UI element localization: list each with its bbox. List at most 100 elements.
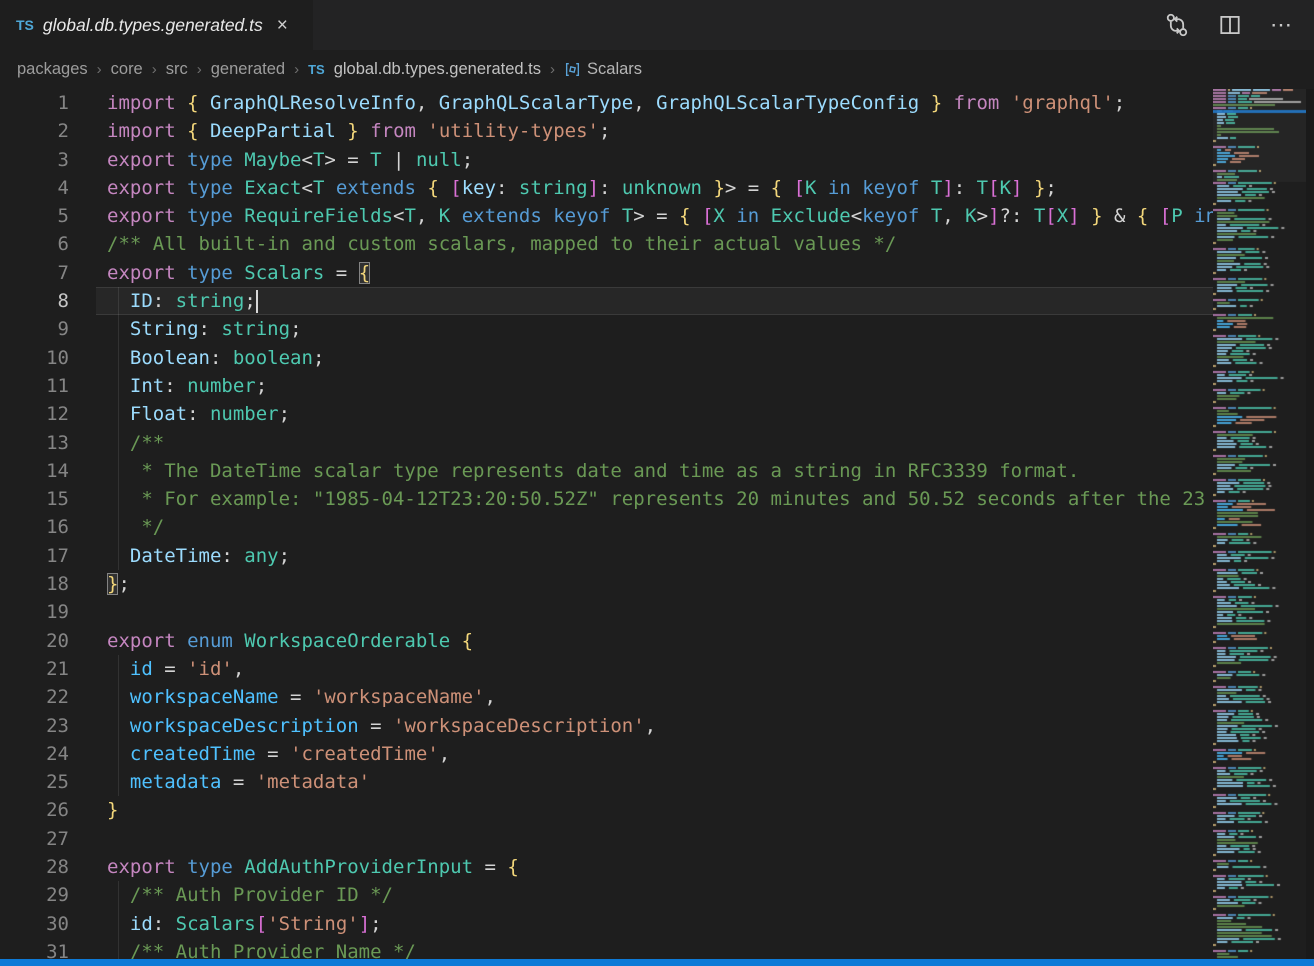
code-text (96, 825, 1213, 853)
code-line-7[interactable]: 7export type Scalars = { (0, 259, 1213, 287)
tab-bar: TS global.db.types.generated.ts × (0, 0, 1314, 50)
code-text: id = 'id', (96, 655, 1213, 683)
line-number[interactable]: 5 (0, 202, 96, 230)
line-number[interactable]: 17 (0, 542, 96, 570)
line-number[interactable]: 7 (0, 259, 96, 287)
breadcrumb-item-core[interactable]: core (111, 60, 143, 79)
code-text: export type Maybe<T> = T | null; (96, 146, 1213, 174)
code-line-21[interactable]: 21 id = 'id', (0, 655, 1213, 683)
line-number[interactable]: 22 (0, 683, 96, 711)
line-number[interactable]: 27 (0, 825, 96, 853)
code-line-5[interactable]: 5export type RequireFields<T, K extends … (0, 202, 1213, 230)
code-line-18[interactable]: 18}; (0, 570, 1213, 598)
code-text: export type AddAuthProviderInput = { (96, 853, 1213, 881)
code-line-24[interactable]: 24 createdTime = 'createdTime', (0, 740, 1213, 768)
code-line-31[interactable]: 31 /** Auth Provider Name */ (0, 938, 1213, 959)
line-number[interactable]: 9 (0, 315, 96, 343)
code-text: /** Auth Provider Name */ (96, 938, 1213, 959)
line-number[interactable]: 11 (0, 372, 96, 400)
line-number[interactable]: 2 (0, 117, 96, 145)
code-text: String: string; (96, 315, 1213, 343)
line-number[interactable]: 3 (0, 146, 96, 174)
code-text: createdTime = 'createdTime', (96, 740, 1213, 768)
code-line-30[interactable]: 30 id: Scalars['String']; (0, 910, 1213, 938)
open-changes-icon[interactable] (1164, 12, 1190, 38)
code-line-29[interactable]: 29 /** Auth Provider ID */ (0, 881, 1213, 909)
code-line-22[interactable]: 22 workspaceName = 'workspaceName', (0, 683, 1213, 711)
code-line-14[interactable]: 14 * The DateTime scalar type represents… (0, 457, 1213, 485)
code-line-28[interactable]: 28export type AddAuthProviderInput = { (0, 853, 1213, 881)
breadcrumb-item-filename[interactable]: global.db.types.generated.ts (334, 60, 541, 79)
line-number[interactable]: 30 (0, 910, 96, 938)
line-number[interactable]: 4 (0, 174, 96, 202)
code-line-8[interactable]: 8 ID: string; (0, 287, 1213, 315)
code-text: workspaceName = 'workspaceName', (96, 683, 1213, 711)
code-line-13[interactable]: 13 /** (0, 429, 1213, 457)
code-text: id: Scalars['String']; (96, 910, 1213, 938)
code-line-19[interactable]: 19 (0, 598, 1213, 626)
line-number[interactable]: 19 (0, 598, 96, 626)
editor-actions: ⋯ (1164, 0, 1314, 50)
code-line-15[interactable]: 15 * For example: "1985-04-12T23:20:50.5… (0, 485, 1213, 513)
code-text: workspaceDescription = 'workspaceDescrip… (96, 712, 1213, 740)
line-number[interactable]: 6 (0, 230, 96, 258)
line-number[interactable]: 25 (0, 768, 96, 796)
breadcrumb-item-src[interactable]: src (166, 60, 188, 79)
code-line-20[interactable]: 20export enum WorkspaceOrderable { (0, 627, 1213, 655)
line-number[interactable]: 13 (0, 429, 96, 457)
code-line-17[interactable]: 17 DateTime: any; (0, 542, 1213, 570)
typescript-file-icon: TS (16, 17, 34, 33)
code-line-2[interactable]: 2import { DeepPartial } from 'utility-ty… (0, 117, 1213, 145)
code-text (96, 598, 1213, 626)
code-line-11[interactable]: 11 Int: number; (0, 372, 1213, 400)
code-text: * For example: "1985-04-12T23:20:50.52Z"… (96, 485, 1213, 513)
line-number[interactable]: 16 (0, 513, 96, 541)
code-line-23[interactable]: 23 workspaceDescription = 'workspaceDesc… (0, 712, 1213, 740)
line-number[interactable]: 18 (0, 570, 96, 598)
breadcrumb-item-generated[interactable]: generated (211, 60, 285, 79)
line-number[interactable]: 26 (0, 796, 96, 824)
code-editor[interactable]: 1import { GraphQLResolveInfo, GraphQLSca… (0, 89, 1213, 959)
close-icon[interactable]: × (277, 16, 288, 35)
code-text: } (96, 796, 1213, 824)
minimap[interactable] (1213, 89, 1306, 959)
code-line-10[interactable]: 10 Boolean: boolean; (0, 344, 1213, 372)
line-number[interactable]: 31 (0, 938, 96, 959)
breadcrumb-separator: › (197, 61, 202, 78)
line-number[interactable]: 10 (0, 344, 96, 372)
line-number[interactable]: 14 (0, 457, 96, 485)
code-line-4[interactable]: 4export type Exact<T extends { [key: str… (0, 174, 1213, 202)
line-number[interactable]: 1 (0, 89, 96, 117)
code-lines: 1import { GraphQLResolveInfo, GraphQLSca… (0, 89, 1213, 959)
line-number[interactable]: 24 (0, 740, 96, 768)
line-number[interactable]: 15 (0, 485, 96, 513)
line-number[interactable]: 21 (0, 655, 96, 683)
breadcrumb-symbol-label: Scalars (587, 60, 642, 79)
line-number[interactable]: 8 (0, 287, 96, 315)
code-line-25[interactable]: 25 metadata = 'metadata' (0, 768, 1213, 796)
overview-ruler[interactable] (1306, 89, 1314, 959)
split-editor-icon[interactable] (1218, 13, 1242, 37)
code-text: /** All built-in and custom scalars, map… (96, 230, 1213, 258)
more-actions-icon[interactable]: ⋯ (1270, 20, 1294, 30)
code-text: ID: string; (96, 287, 1213, 315)
line-number[interactable]: 23 (0, 712, 96, 740)
line-number[interactable]: 20 (0, 627, 96, 655)
code-line-26[interactable]: 26} (0, 796, 1213, 824)
code-line-6[interactable]: 6/** All built-in and custom scalars, ma… (0, 230, 1213, 258)
code-line-16[interactable]: 16 */ (0, 513, 1213, 541)
line-number[interactable]: 28 (0, 853, 96, 881)
line-number[interactable]: 12 (0, 400, 96, 428)
tab-global-db-types-generated[interactable]: TS global.db.types.generated.ts × (0, 0, 313, 50)
code-text: export type RequireFields<T, K extends k… (96, 202, 1213, 230)
code-line-27[interactable]: 27 (0, 825, 1213, 853)
breadcrumb-item-symbol[interactable]: Scalars (564, 60, 642, 79)
code-line-9[interactable]: 9 String: string; (0, 315, 1213, 343)
code-line-1[interactable]: 1import { GraphQLResolveInfo, GraphQLSca… (0, 89, 1213, 117)
code-text: export type Scalars = { (96, 259, 1213, 287)
code-line-12[interactable]: 12 Float: number; (0, 400, 1213, 428)
breadcrumb-item-packages[interactable]: packages (17, 60, 88, 79)
code-text: export type Exact<T extends { [key: stri… (96, 174, 1213, 202)
line-number[interactable]: 29 (0, 881, 96, 909)
code-line-3[interactable]: 3export type Maybe<T> = T | null; (0, 146, 1213, 174)
